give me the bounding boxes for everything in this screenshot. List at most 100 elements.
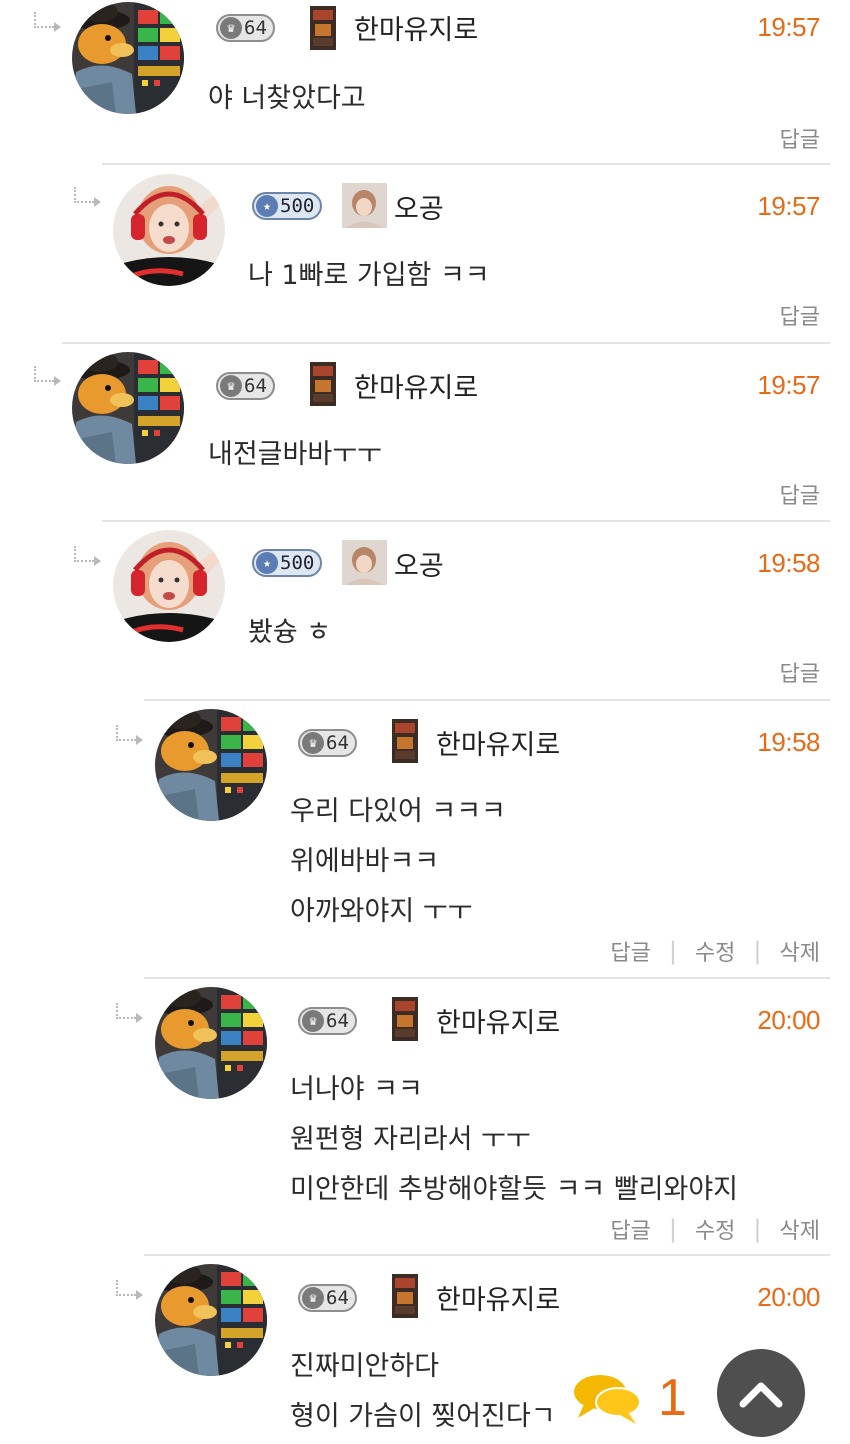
- thumb-image: [392, 997, 418, 1041]
- message-line: 너나야 ㅋㅋ: [290, 1074, 423, 1105]
- duck-avatar-image: [155, 1264, 267, 1376]
- edit-button[interactable]: 수정: [695, 1213, 735, 1245]
- level-emblem-icon: ♛: [302, 732, 324, 754]
- level-number: 64: [326, 1010, 349, 1032]
- level-emblem-icon: ★: [256, 195, 278, 217]
- message-line: 진짜미안하다: [290, 1351, 440, 1382]
- scroll-top-button[interactable]: [717, 1349, 805, 1437]
- username[interactable]: 한마유지로: [354, 8, 478, 47]
- duck-avatar-image: [155, 709, 267, 821]
- profile-thumb: [310, 362, 336, 406]
- timestamp: 19:58: [757, 727, 820, 757]
- message-line: 원펀형 자리라서 ㅜㅜ: [290, 1124, 531, 1155]
- comment-thread: ♛ 64 한마유지로 19:57 야 너찾았다고 답글 ★ 500 오공 19:…: [0, 0, 850, 1444]
- comment: ♛ 64 한마유지로 19:57 야 너찾았다고 답글: [20, 0, 830, 158]
- avatar[interactable]: [113, 530, 225, 642]
- chat-indicator[interactable]: 1: [572, 1370, 687, 1426]
- level-badge: ★ 500: [252, 549, 323, 577]
- reply-button[interactable]: 답글: [780, 122, 820, 154]
- reply-arrow-icon: [74, 546, 101, 566]
- divider: [144, 977, 830, 979]
- reply-button[interactable]: 답글: [610, 1213, 650, 1245]
- duck-avatar-image: [72, 352, 184, 464]
- level-emblem-icon: ♛: [220, 17, 242, 39]
- action-separator: |: [668, 937, 677, 965]
- username[interactable]: 오공: [394, 187, 444, 226]
- message-line: 아까와야지 ㅜㅜ: [290, 896, 473, 927]
- message-line: 우리 다있어 ㅋㅋㅋ: [290, 796, 506, 827]
- comment: ♛ 64 한마유지로 19:57 내전글바바ㅜㅜ 답글: [34, 342, 830, 521]
- timestamp: 19:58: [757, 548, 820, 578]
- comment-actions: 답글: [780, 656, 820, 688]
- level-badge: ♛ 64: [298, 729, 357, 757]
- avatar[interactable]: [155, 709, 267, 821]
- duck-avatar-image: [155, 987, 267, 1099]
- profile-thumb: [392, 997, 418, 1041]
- level-emblem-icon: ♛: [302, 1287, 324, 1309]
- edit-button[interactable]: 수정: [695, 935, 735, 967]
- timestamp: 20:00: [757, 1005, 820, 1035]
- girl-avatar-image: [113, 530, 225, 642]
- level-badge: ★ 500: [252, 192, 323, 220]
- message-line: 봤슝 ㅎ: [248, 617, 332, 648]
- reply-button[interactable]: 답글: [610, 935, 650, 967]
- profile-thumb: [342, 540, 387, 585]
- username[interactable]: 오공: [394, 544, 444, 583]
- level-emblem-icon: ★: [256, 552, 278, 574]
- level-emblem-icon: ♛: [220, 375, 242, 397]
- username[interactable]: 한마유지로: [436, 1001, 560, 1040]
- comment-actions: 답글 | 수정 | 삭제: [610, 935, 820, 967]
- level-number: 64: [244, 17, 267, 39]
- reply-arrow-icon: [116, 1003, 143, 1023]
- level-badge: ♛ 64: [216, 14, 275, 42]
- level-badge: ♛ 64: [298, 1007, 357, 1035]
- divider: [144, 1254, 830, 1256]
- girl-avatar-image: [113, 174, 225, 286]
- comment-actions: 답글: [780, 122, 820, 154]
- message-line: 위에바바ㅋㅋ: [290, 846, 440, 877]
- timestamp: 19:57: [757, 370, 820, 400]
- avatar[interactable]: [155, 987, 267, 1099]
- avatar[interactable]: [113, 174, 225, 286]
- level-emblem-icon: ♛: [302, 1010, 324, 1032]
- level-number: 64: [326, 732, 349, 754]
- level-badge: ♛ 64: [216, 372, 275, 400]
- thumb-image: [392, 1274, 418, 1318]
- comment: ♛ 64 한마유지로 20:00 너나야 ㅋㅋ 원펀형 자리라서 ㅜㅜ 미안한데…: [116, 977, 830, 1255]
- timestamp: 19:57: [757, 12, 820, 42]
- reply-arrow-icon: [116, 725, 143, 745]
- comment-actions: 답글 | 수정 | 삭제: [610, 1213, 820, 1245]
- profile-thumb: [392, 1274, 418, 1318]
- action-separator: |: [753, 1215, 762, 1243]
- username[interactable]: 한마유지로: [436, 723, 560, 762]
- message-line: 미안한데 추방해야할듯 ㅋㅋ 빨리와야지: [290, 1174, 739, 1205]
- delete-button[interactable]: 삭제: [780, 1213, 820, 1245]
- reply-button[interactable]: 답글: [780, 478, 820, 510]
- level-number: 500: [280, 552, 315, 574]
- reply-arrow-icon: [34, 12, 61, 32]
- thumb-image: [392, 719, 418, 763]
- avatar[interactable]: [155, 1264, 267, 1376]
- action-separator: |: [668, 1215, 677, 1243]
- comment-actions: 답글: [780, 478, 820, 510]
- username[interactable]: 한마유지로: [354, 366, 478, 405]
- divider: [102, 163, 830, 165]
- reply-button[interactable]: 답글: [780, 656, 820, 688]
- chevron-up-icon: [739, 1382, 783, 1408]
- comment: ★ 500 오공 19:57 나 1빠로 가입함 ㅋㅋ 답글: [74, 163, 830, 342]
- thumb-image: [342, 540, 387, 585]
- username[interactable]: 한마유지로: [436, 1278, 560, 1317]
- reply-arrow-icon: [34, 366, 61, 386]
- profile-thumb: [392, 719, 418, 763]
- avatar[interactable]: [72, 352, 184, 464]
- avatar[interactable]: [72, 2, 184, 114]
- chat-count: 1: [658, 1369, 687, 1427]
- message-line: 야 너찾았다고: [208, 83, 366, 114]
- reply-button[interactable]: 답글: [780, 299, 820, 331]
- divider: [102, 520, 830, 522]
- reply-arrow-icon: [74, 187, 101, 207]
- delete-button[interactable]: 삭제: [780, 935, 820, 967]
- chat-bubbles-icon: [574, 1375, 641, 1424]
- duck-avatar-image: [72, 2, 184, 114]
- thumb-image: [310, 6, 336, 50]
